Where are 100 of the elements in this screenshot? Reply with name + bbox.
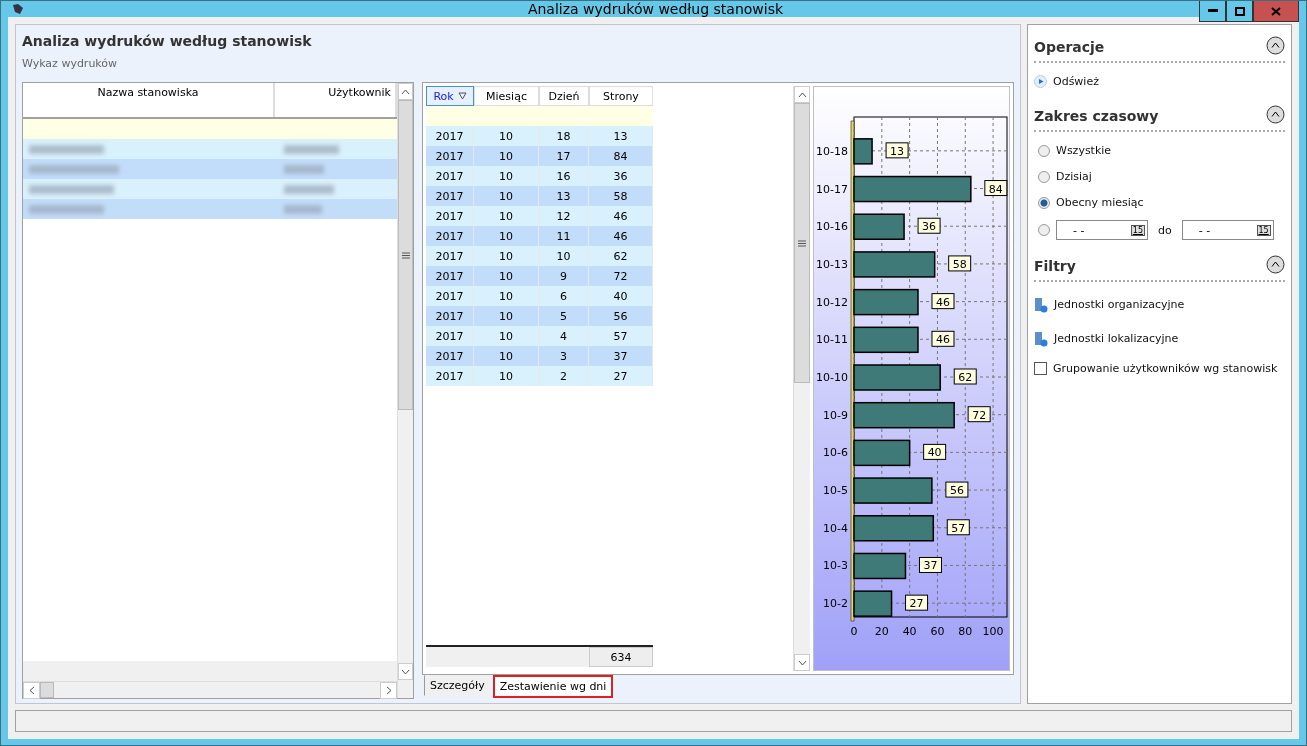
scroll-thumb[interactable] [398, 100, 413, 410]
table-cell: 3 [539, 346, 589, 366]
table-cell: 37 [589, 346, 653, 366]
filter-link[interactable]: Jednostki lokalizacyjne [1054, 332, 1179, 345]
scroll-right-icon[interactable] [385, 686, 392, 695]
sort-icon [457, 92, 467, 100]
column-header[interactable]: Strony [589, 86, 653, 106]
scroll-down-icon[interactable] [797, 659, 807, 666]
vertical-scrollbar[interactable] [793, 86, 810, 671]
category-label: 10-3 [823, 559, 848, 573]
data-label: 57 [951, 521, 966, 535]
maximize-button[interactable] [1226, 1, 1253, 22]
calendar-icon[interactable]: 15 [1130, 224, 1145, 236]
table-cell: 58 [589, 186, 653, 206]
table-cell: 2017 [426, 346, 474, 366]
table-cell: 10 [474, 346, 539, 366]
section-header[interactable]: Operacje [1034, 33, 1285, 63]
table-cell: 10 [474, 326, 539, 346]
column-header[interactable]: Dzień [539, 86, 589, 106]
tab[interactable]: Szczegóły [424, 675, 491, 696]
radio-label[interactable]: Obecny miesiąc [1056, 196, 1144, 209]
collapse-icon[interactable] [1266, 36, 1285, 55]
table-cell: 57 [589, 326, 653, 346]
column-header[interactable]: Nazwa stanowiska [23, 83, 275, 117]
table-cell: 12 [539, 206, 589, 226]
checkbox-label[interactable]: Grupowanie użytkowników wg stanowisk [1053, 362, 1278, 375]
table-cell: 40 [589, 286, 653, 306]
scroll-down-icon[interactable] [401, 668, 410, 675]
table-cell: 10 [474, 186, 539, 206]
section-title: Zakres czasowy [1034, 108, 1159, 124]
value-label: 46 [931, 293, 955, 310]
data-label: 37 [923, 559, 938, 573]
tab[interactable]: Zestawienie wg dni [492, 675, 614, 698]
range-separator: do [1158, 223, 1172, 237]
table-cell: 11 [539, 226, 589, 246]
checkbox[interactable] [1034, 362, 1047, 375]
value-label: 37 [918, 556, 942, 573]
scroll-up-icon[interactable] [797, 91, 807, 98]
play-icon[interactable] [1034, 75, 1047, 88]
total-cell: 634 [589, 647, 653, 667]
radio-label[interactable]: Wszystkie [1056, 144, 1112, 157]
data-label: 40 [927, 446, 942, 460]
table-cell: 2017 [426, 126, 474, 146]
filter-link[interactable]: Jednostki organizacyjne [1054, 298, 1185, 311]
table-cell: 17 [539, 146, 589, 166]
calendar-icon[interactable]: 15 [1256, 224, 1271, 236]
table-cell: 27 [589, 366, 653, 386]
column-header[interactable]: Miesiąc [474, 86, 539, 106]
data-label: 72 [972, 408, 987, 422]
section-header[interactable]: Filtry [1034, 252, 1285, 282]
table-cell: 10 [474, 286, 539, 306]
table-cell: 2017 [426, 326, 474, 346]
table-cell: 10 [474, 306, 539, 326]
table-cell: 10 [474, 366, 539, 386]
value-label: 40 [923, 443, 947, 460]
radio-button[interactable] [1038, 170, 1050, 183]
table-cell: 2017 [426, 306, 474, 326]
horizontal-scrollbar[interactable] [23, 681, 397, 698]
value-label: 62 [953, 368, 977, 385]
table-cell: 9 [539, 266, 589, 286]
panel-title: Analiza wydruków według stanowisk [22, 32, 313, 49]
value-label: 84 [984, 180, 1008, 197]
value-label: 46 [931, 330, 955, 347]
value-label: 57 [946, 519, 970, 536]
grip-icon [401, 251, 410, 259]
data-label: 62 [958, 371, 973, 384]
table-cell: 10 [474, 126, 539, 146]
filter-unit-icon [1034, 330, 1048, 347]
date-field[interactable]: - - 15 [1181, 220, 1274, 240]
radio-label[interactable]: Dzisiaj [1056, 170, 1092, 183]
table-cell: 16 [539, 166, 589, 186]
minimize-button[interactable] [1199, 1, 1226, 22]
collapse-icon[interactable] [1266, 255, 1285, 274]
collapse-icon[interactable] [1266, 105, 1285, 124]
radio-button[interactable] [1038, 196, 1050, 209]
column-header[interactable]: Rok [426, 86, 474, 106]
scroll-up-icon[interactable] [401, 88, 410, 95]
radio-button[interactable] [1038, 144, 1050, 157]
scroll-thumb[interactable] [40, 682, 54, 698]
data-label: 46 [935, 295, 950, 309]
scroll-thumb[interactable] [794, 103, 810, 383]
axis-tick-label: 100 [982, 625, 1004, 638]
table-cell: 10 [474, 226, 539, 246]
close-button[interactable] [1253, 1, 1299, 22]
table-cell: 2017 [426, 286, 474, 306]
table-cell: 13 [589, 126, 653, 146]
radio-button[interactable] [1038, 224, 1050, 236]
axis-tick-label: 0 [850, 625, 858, 638]
refresh-link[interactable]: Odśwież [1053, 75, 1099, 88]
date-field[interactable]: - - 15 [1056, 220, 1148, 240]
scroll-left-icon[interactable] [28, 686, 35, 695]
table-cell: 2 [539, 366, 589, 386]
data-label: 84 [988, 182, 1003, 196]
section-header[interactable]: Zakres czasowy [1034, 102, 1285, 132]
table-cell: 62 [589, 246, 653, 266]
section-title: Operacje [1034, 39, 1105, 55]
value-label: 58 [948, 255, 972, 272]
vertical-scrollbar[interactable] [397, 83, 413, 698]
minimize-icon [1207, 9, 1218, 13]
table-cell: 2017 [426, 366, 474, 386]
